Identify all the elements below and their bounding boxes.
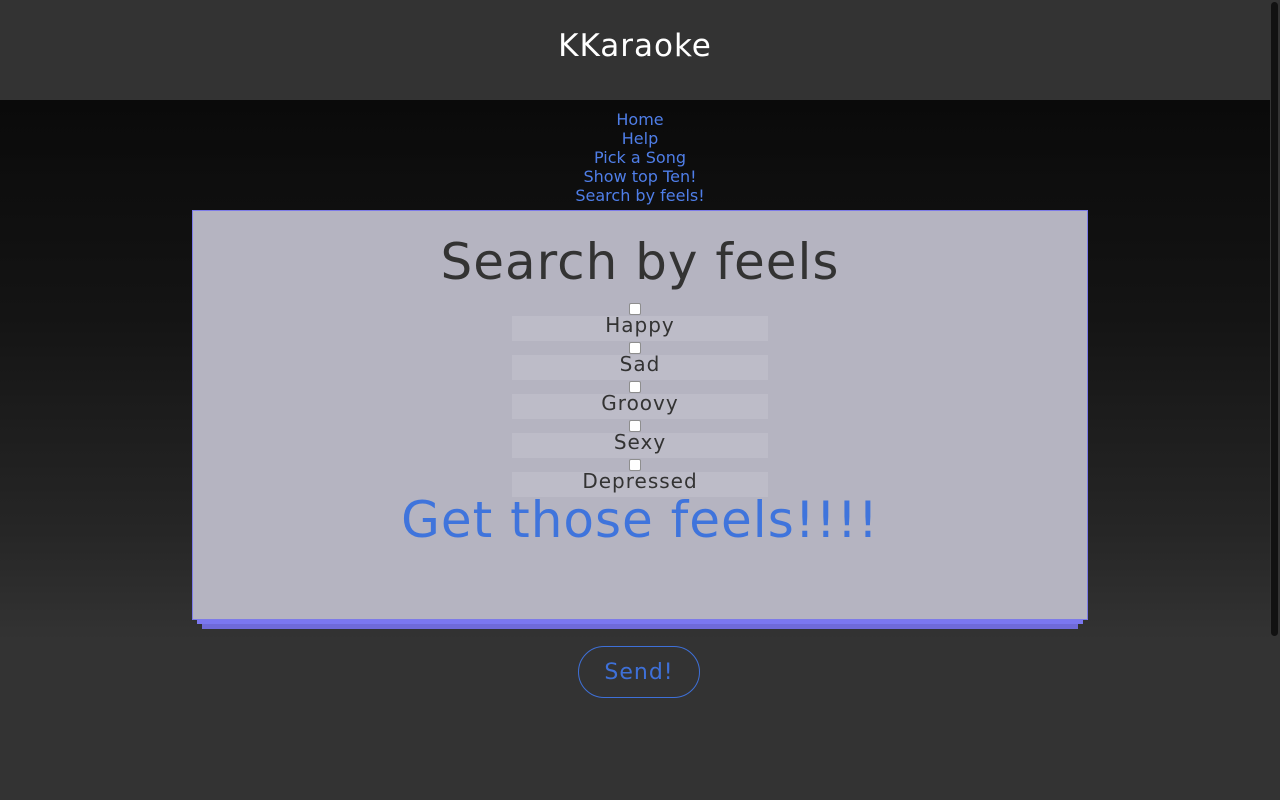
nav-link-show-top-ten[interactable]: Show top Ten! [0,167,1280,186]
scrollbar-thumb[interactable] [1271,2,1278,636]
nav-link-home[interactable]: Home [0,110,1280,129]
send-button[interactable]: Send! [578,646,700,698]
feel-label-sad: Sad [619,352,661,376]
site-header: KKaraoke [0,0,1270,100]
main-nav: Home Help Pick a Song Show top Ten! Sear… [0,110,1280,205]
site-title: KKaraoke [558,28,712,64]
feel-label-groovy: Groovy [601,391,679,415]
feel-label-sexy: Sexy [613,430,667,454]
card-title: Search by feels [440,233,840,291]
nav-link-search-by-feels[interactable]: Search by feels! [0,186,1280,205]
get-feels-heading: Get those feels!!!! [401,491,879,549]
feel-label-happy: Happy [605,313,675,337]
feel-label-depressed: Depressed [582,469,698,493]
feels-search-card: Search by feels Happy Sad Groovy Sexy De… [192,210,1088,620]
nav-link-pick-a-song[interactable]: Pick a Song [0,148,1280,167]
card-shadow [202,624,1078,629]
nav-link-help[interactable]: Help [0,129,1280,148]
